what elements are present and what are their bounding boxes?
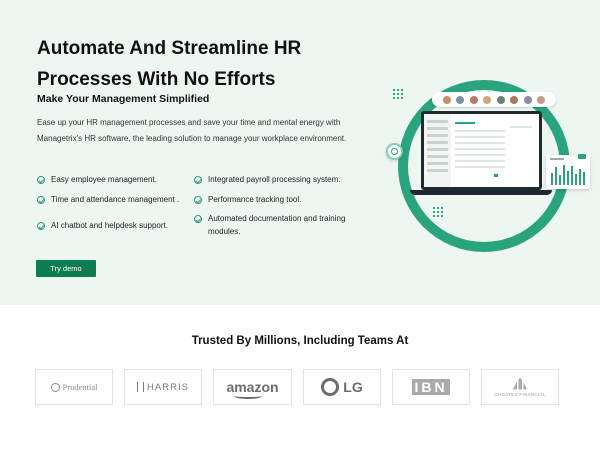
- check-circle-icon: [37, 176, 45, 184]
- logo-lg: LG: [303, 369, 381, 405]
- logo-harris: HARRIS: [124, 369, 202, 405]
- avatar: [483, 95, 492, 104]
- try-demo-button[interactable]: Try demo: [36, 260, 96, 277]
- logo-prudential: Prudential: [35, 369, 113, 405]
- analytics-chart-card: [546, 155, 590, 189]
- hero-subtitle: Make Your Management Simplified: [37, 93, 210, 105]
- check-circle-icon: [194, 196, 202, 204]
- feature-item: Automated documentation and training mod…: [194, 213, 364, 238]
- feature-item: Time and attendance management .: [37, 194, 187, 207]
- check-circle-icon: [194, 176, 202, 184]
- avatar: [442, 95, 451, 104]
- dot-grid-decoration: [432, 206, 444, 218]
- avatar: [496, 95, 505, 104]
- logo-amazon: amazon: [213, 369, 292, 405]
- harris-h-icon: [137, 382, 145, 392]
- feature-item: Performance tracking tool.: [194, 194, 364, 207]
- logo-choates: CHOATES FINANCIAL: [481, 369, 559, 405]
- feature-item: Easy employee management.: [37, 174, 187, 187]
- mockup-sidebar: [424, 114, 451, 187]
- check-circle-icon: [37, 196, 45, 204]
- avatar: [537, 95, 546, 104]
- avatar: [456, 95, 465, 104]
- trusted-heading: Trusted By Millions, Including Teams At: [191, 335, 409, 347]
- hero-title: Automate And Streamline HR Processes Wit…: [37, 38, 302, 90]
- hero-description: Ease up your HR management processes and…: [37, 118, 347, 143]
- prudential-rock-icon: [50, 382, 60, 392]
- avatar: [469, 95, 478, 104]
- feature-item: AI chatbot and helpdesk support.: [37, 220, 187, 233]
- choates-building-icon: [513, 377, 527, 390]
- feature-item: Integrated payroll processing system.: [194, 174, 364, 187]
- lg-face-icon: [321, 378, 340, 396]
- check-circle-icon: [37, 222, 45, 230]
- avatar: [523, 95, 532, 104]
- laptop-screen-mockup: [421, 111, 542, 190]
- hero-section: Automate And Streamline HR Processes Wit…: [0, 0, 600, 305]
- avatar: [510, 95, 519, 104]
- card-tag: [578, 154, 586, 159]
- dot-grid-decoration: [392, 88, 404, 100]
- logo-ibn: IBN: [392, 369, 470, 405]
- check-circle-icon: [194, 215, 202, 223]
- laptop-base: [410, 190, 552, 195]
- gauge-widget: [386, 143, 403, 160]
- employee-avatars-bar: [432, 92, 556, 107]
